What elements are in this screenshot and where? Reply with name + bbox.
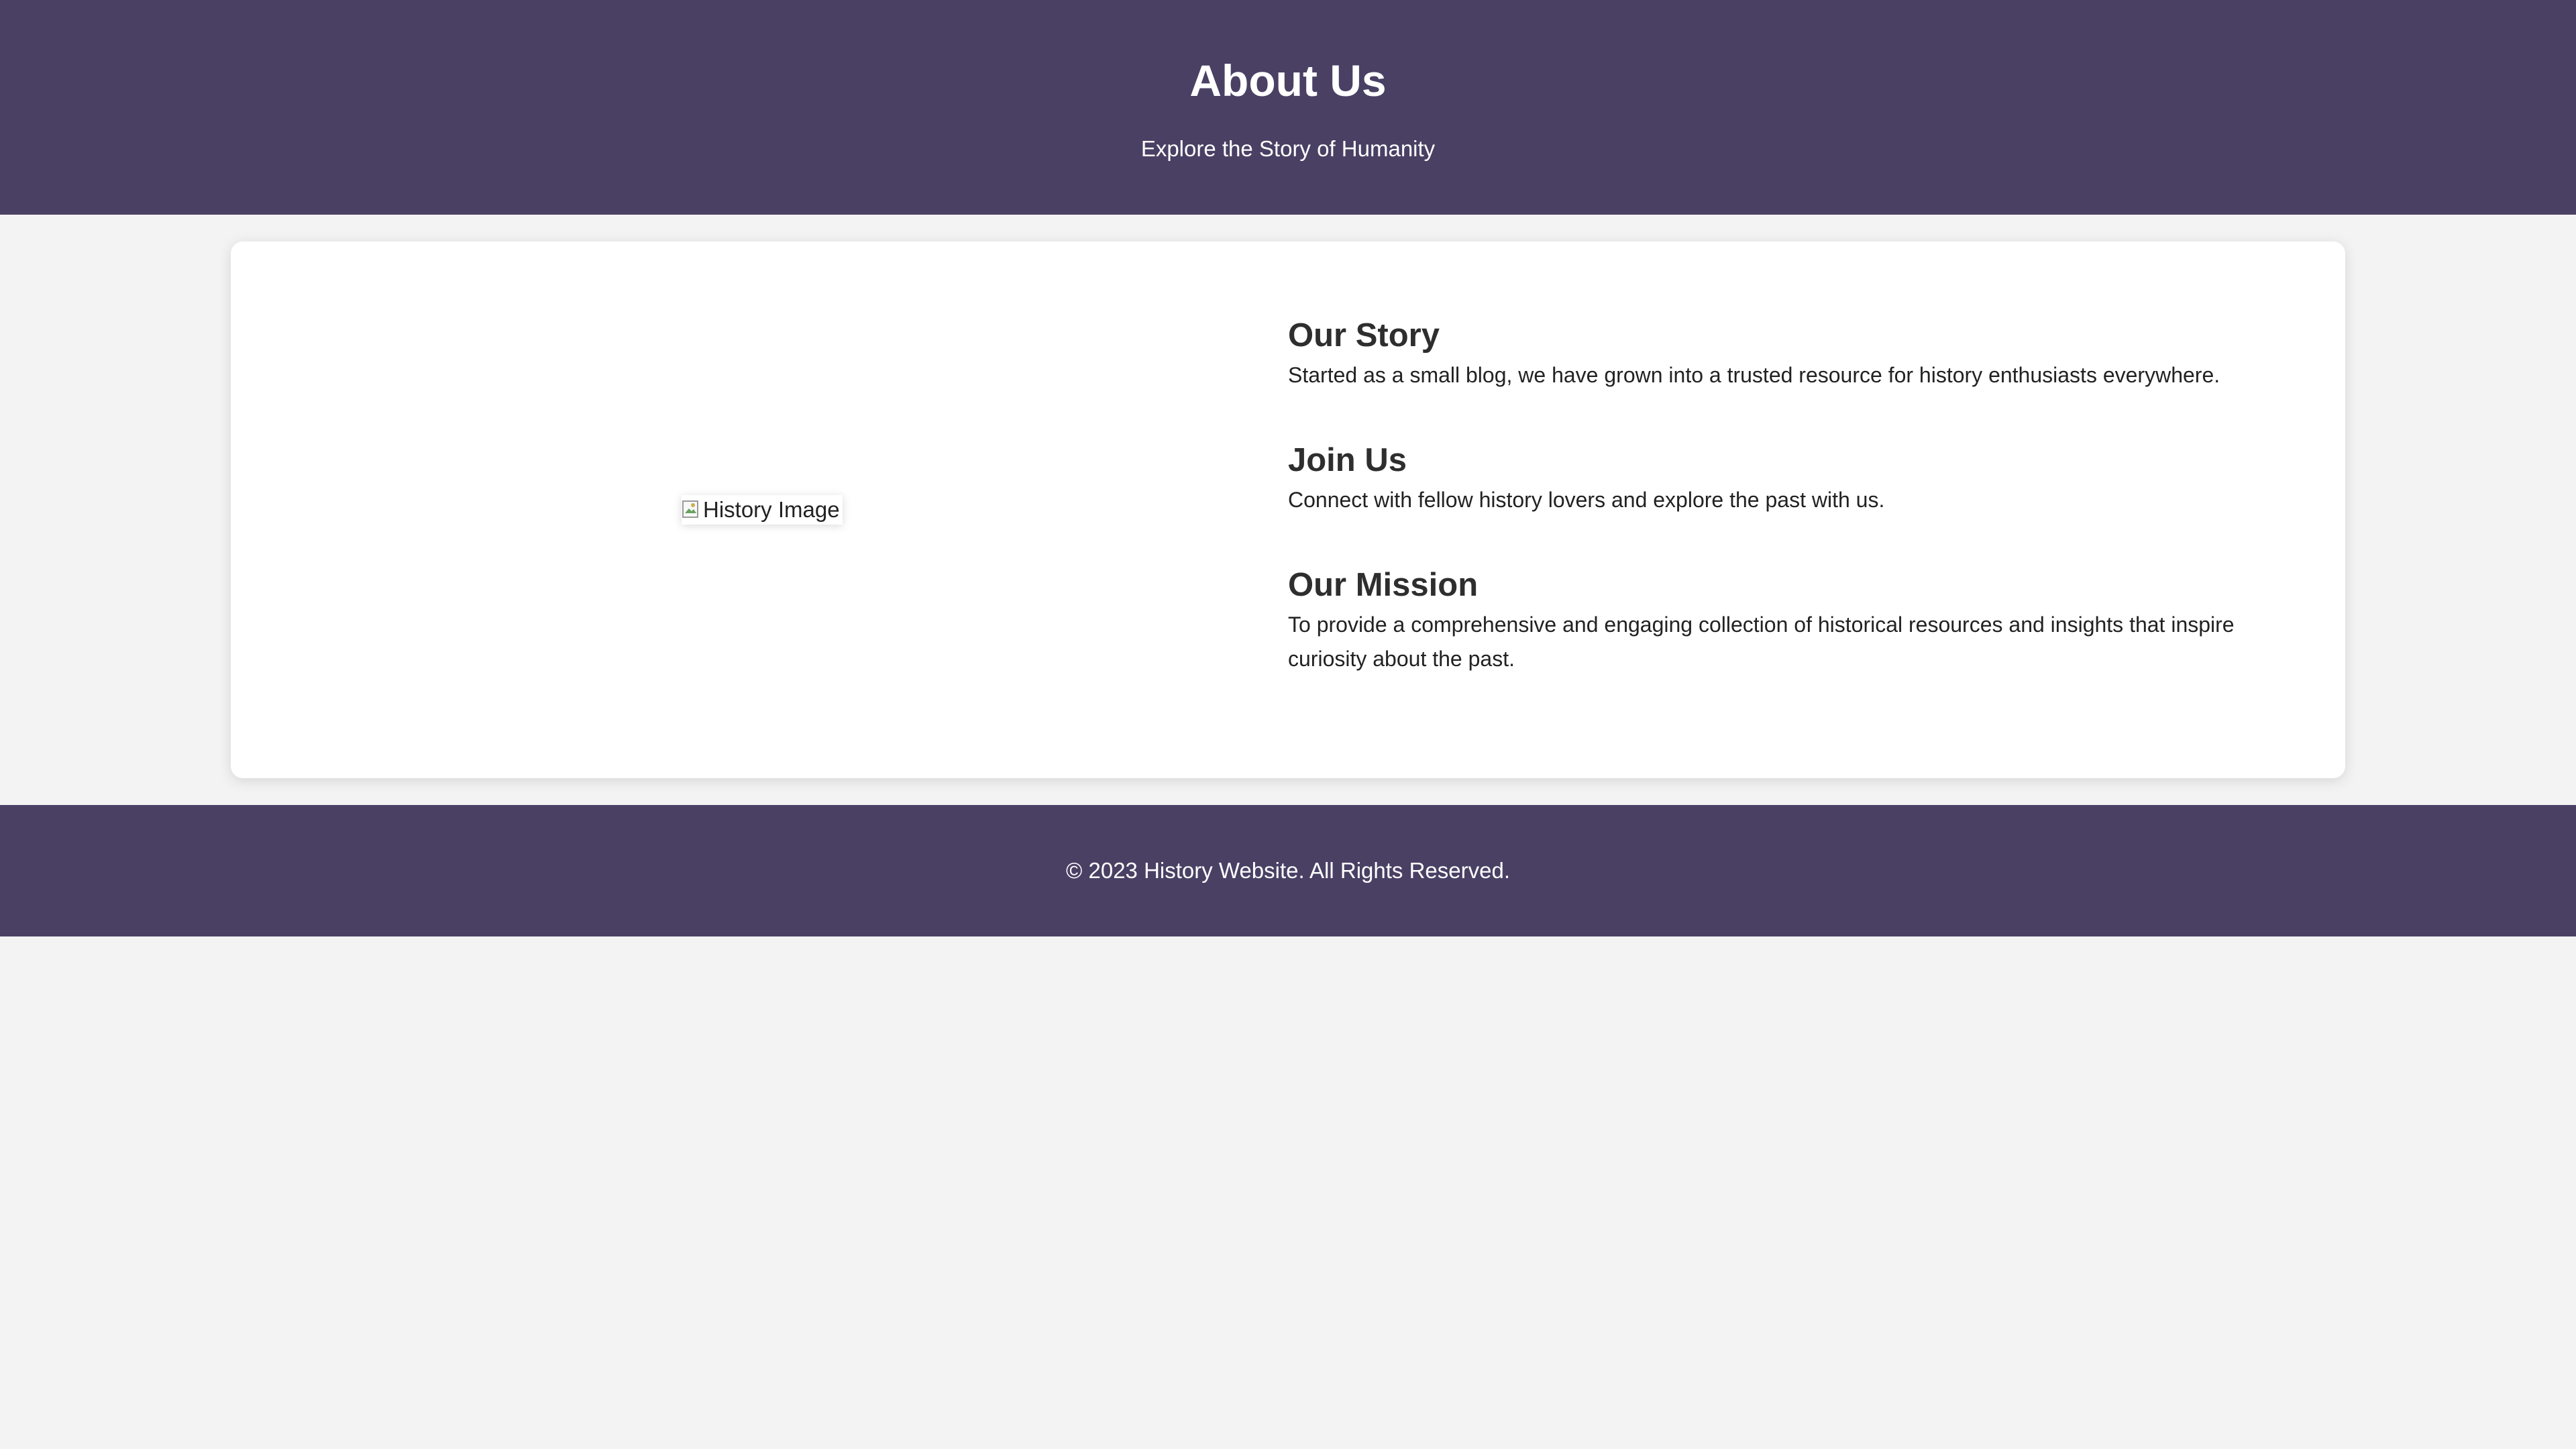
our-mission-heading: Our Mission <box>1288 567 1479 603</box>
page-footer: © 2023 History Website. All Rights Reser… <box>0 805 2576 936</box>
page-title: About Us <box>1189 56 1387 105</box>
broken-image-icon <box>682 500 700 520</box>
join-us-text: Connect with fellow history lovers and e… <box>1288 488 1885 512</box>
our-story-text: Started as a small blog, we have grown i… <box>1288 363 2220 387</box>
page-header: About Us Explore the Story of Humanity <box>0 0 2576 215</box>
history-image: History Image <box>682 495 843 525</box>
about-card: History Image Our Story Started as a sma… <box>231 241 2345 778</box>
copyright-text: © 2023 History Website. All Rights Reser… <box>1066 858 1510 883</box>
page-subtitle: Explore the Story of Humanity <box>1140 136 1436 161</box>
our-mission-text: To provide a comprehensive and engaging … <box>1288 612 2235 671</box>
join-us-heading: Join Us <box>1288 442 1407 478</box>
history-image-alt-text: History Image <box>703 497 840 522</box>
our-story-heading: Our Story <box>1288 317 1440 354</box>
